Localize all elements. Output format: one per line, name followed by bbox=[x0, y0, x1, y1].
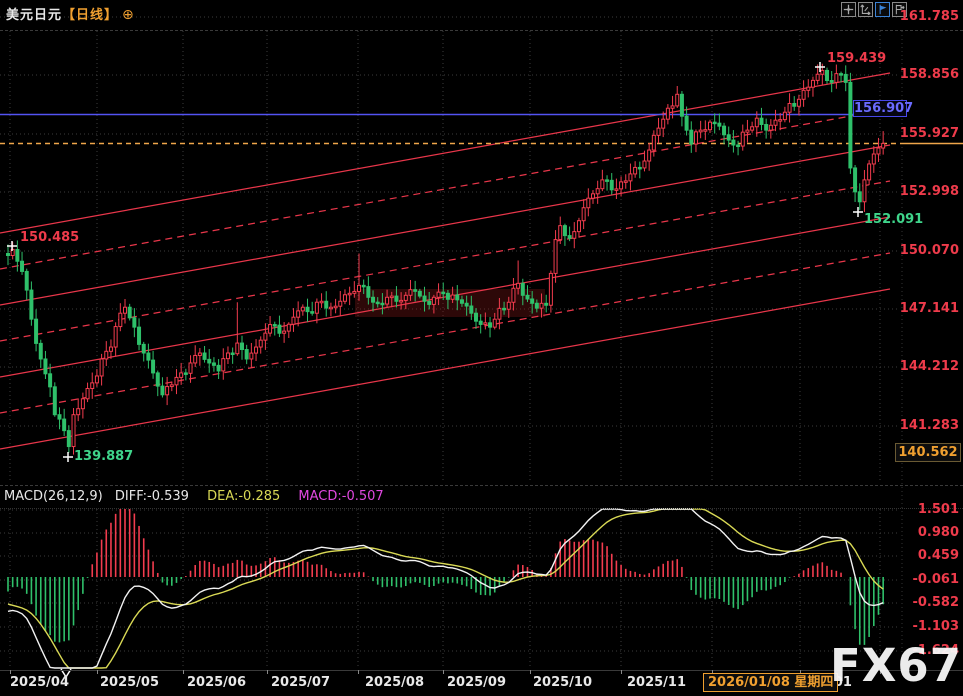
price-marker-label: 139.887 bbox=[74, 449, 133, 464]
price-axis-label: 150.070 bbox=[889, 243, 959, 259]
axis-tick bbox=[443, 670, 444, 674]
time-axis-label: 2025/07 bbox=[271, 675, 330, 690]
axis-tick bbox=[358, 670, 359, 674]
macd-axis-label: -0.582 bbox=[889, 595, 959, 611]
time-axis-label: 2025/11 bbox=[627, 675, 686, 690]
price-axis-label: 155.927 bbox=[889, 126, 959, 142]
period-label: 【日线】 bbox=[62, 8, 118, 23]
axis-tick bbox=[97, 670, 98, 674]
macd-axis-label: 0.459 bbox=[889, 548, 959, 564]
macd-dea-value: DEA:-0.285 bbox=[207, 489, 280, 504]
title-separator bbox=[0, 30, 963, 31]
time-axis-label: 2025/10 bbox=[533, 675, 592, 690]
time-axis-label: 2025/08 bbox=[365, 675, 424, 690]
macd-axis-label: -0.061 bbox=[889, 572, 959, 588]
axis-boxed-price: 140.562 bbox=[895, 443, 961, 462]
pan-icon[interactable] bbox=[841, 2, 856, 17]
time-axis-label: 2025/05 bbox=[100, 675, 159, 690]
price-marker-label: 150.485 bbox=[20, 230, 79, 245]
macd-axis-label: -1.103 bbox=[889, 619, 959, 635]
axis-tick bbox=[267, 670, 268, 674]
time-axis-label: 2025/04 bbox=[10, 675, 69, 690]
chart-area[interactable] bbox=[0, 0, 963, 696]
macd-indicator-name: MACD(26,12,9) bbox=[4, 489, 103, 504]
watermark: FX678 bbox=[830, 639, 963, 692]
add-indicator-icon[interactable]: ⊕ bbox=[122, 7, 135, 23]
current-date-box: 2026/01/08 星期四 bbox=[703, 673, 838, 692]
time-axis-separator bbox=[0, 670, 963, 671]
macd-header: MACD(26,12,9) DIFF:-0.539 DEA:-0.285 MAC… bbox=[4, 489, 384, 504]
price-marker-label: 152.091 bbox=[864, 212, 923, 227]
time-axis-label: 2025/09 bbox=[447, 675, 506, 690]
price-axis-label: 141.283 bbox=[889, 418, 959, 434]
axis-tick bbox=[621, 670, 622, 674]
axis-tick bbox=[530, 670, 531, 674]
macd-axis-label: 1.501 bbox=[889, 502, 959, 518]
price-axis-label: 147.141 bbox=[889, 301, 959, 317]
macd-axis-label: 0.980 bbox=[889, 525, 959, 541]
axis-tick bbox=[183, 670, 184, 674]
axis-tick bbox=[10, 670, 11, 674]
time-axis-label: 2025/06 bbox=[187, 675, 246, 690]
symbol-name: 美元日元 bbox=[6, 8, 62, 23]
macd-top-separator bbox=[0, 485, 963, 486]
flag-marker-icon[interactable] bbox=[875, 2, 890, 17]
macd-header-separator bbox=[0, 508, 963, 509]
price-marker-label: 159.439 bbox=[827, 51, 886, 66]
title-bar: 美元日元【日线】 ⊕ bbox=[6, 4, 135, 23]
axis-scale-icon[interactable] bbox=[858, 2, 873, 17]
macd-macd-value: MACD:-0.507 bbox=[298, 489, 383, 504]
chart-window: 美元日元【日线】 ⊕ 161.785 158.856 155.927 152.998 15… bbox=[0, 0, 963, 696]
price-axis-label: 158.856 bbox=[889, 67, 959, 83]
price-alert-label: 156.907 bbox=[853, 100, 907, 117]
macd-diff-value: DIFF:-0.539 bbox=[115, 489, 189, 504]
price-axis-label: 152.998 bbox=[889, 184, 959, 200]
price-axis-label: 144.212 bbox=[889, 359, 959, 375]
price-axis-label: 161.785 bbox=[889, 9, 959, 25]
